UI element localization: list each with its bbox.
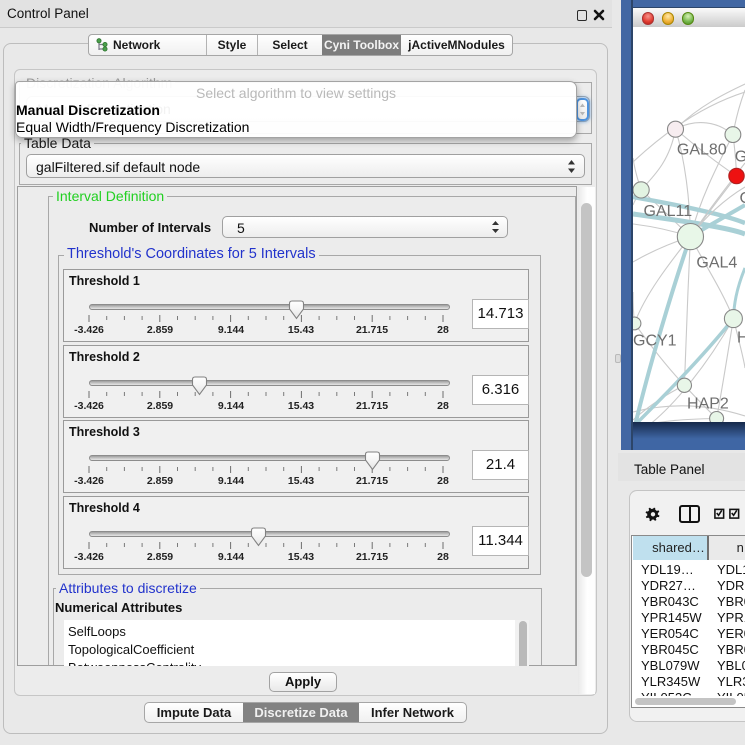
- svg-text:HAP2: HAP2: [687, 396, 729, 413]
- svg-text:C: C: [740, 190, 745, 207]
- svg-text:GA: GA: [735, 149, 745, 166]
- svg-text:GAL80: GAL80: [677, 142, 727, 159]
- svg-text:HA: HA: [737, 330, 745, 347]
- svg-text:GAL11: GAL11: [644, 203, 693, 220]
- svg-text:GAL4: GAL4: [696, 254, 737, 271]
- svg-text:GCY1: GCY1: [633, 333, 677, 350]
